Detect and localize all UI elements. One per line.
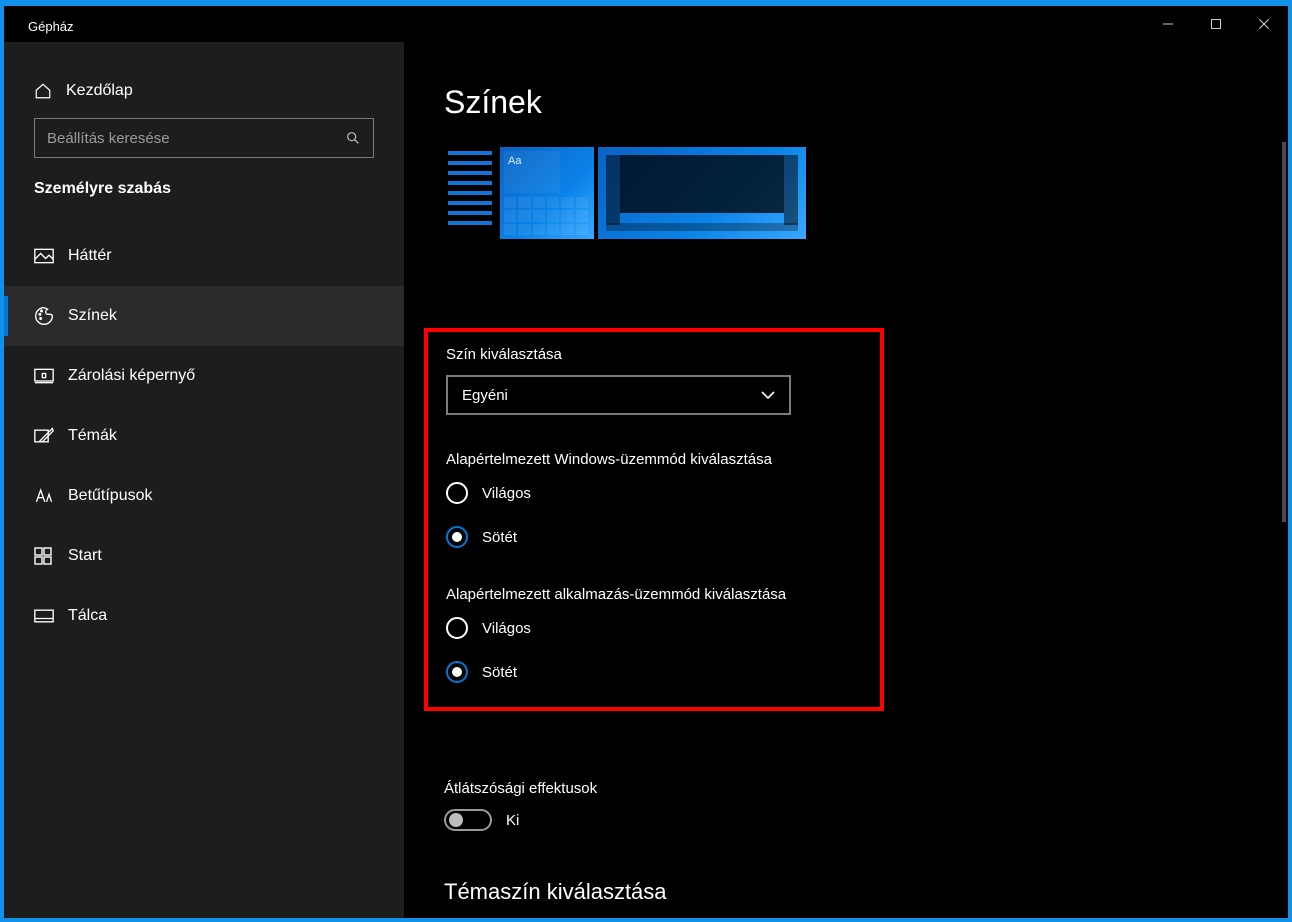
scrollbar[interactable]: [1282, 142, 1286, 522]
windows-mode-dark-radio[interactable]: Sötét: [446, 526, 862, 548]
color-select-dropdown[interactable]: Egyéni: [446, 375, 791, 415]
picture-icon: [34, 248, 68, 264]
preview-list-tile: [444, 147, 496, 239]
radio-label: Sötét: [482, 529, 517, 546]
toggle-value-label: Ki: [506, 812, 519, 829]
app-mode-label: Alapértelmezett alkalmazás-üzemmód kivál…: [446, 586, 862, 603]
maximize-icon: [1211, 19, 1221, 29]
sidebar-item-fonts[interactable]: Betűtípusok: [4, 466, 404, 526]
radio-icon: [446, 661, 468, 683]
sidebar-item-label: Betűtípusok: [68, 487, 153, 505]
home-button[interactable]: Kezdőlap: [4, 72, 404, 118]
sidebar-item-label: Start: [68, 547, 102, 565]
radio-icon: [446, 482, 468, 504]
accent-color-heading: Témaszín kiválasztása: [444, 879, 667, 905]
sidebar: Kezdőlap Személyre szabás Háttér: [4, 42, 404, 918]
category-label: Személyre szabás: [4, 180, 404, 226]
preview-window-tile: [598, 147, 806, 239]
transparency-toggle-row: Ki: [444, 809, 667, 831]
start-icon: [34, 547, 68, 565]
lock-screen-icon: [34, 368, 68, 384]
home-icon: [34, 82, 66, 100]
sidebar-item-label: Színek: [68, 307, 117, 325]
highlight-annotation: Szín kiválasztása Egyéni Alapértelmezett…: [424, 328, 884, 711]
preview-start-tile: Aa: [500, 147, 594, 239]
toggle-knob: [449, 813, 463, 827]
sidebar-nav: Háttér Színek Zárolási képernyő: [4, 226, 404, 646]
maximize-button[interactable]: [1192, 6, 1240, 42]
radio-icon: [446, 617, 468, 639]
page-title: Színek: [444, 84, 1288, 121]
search-box[interactable]: [34, 118, 374, 158]
sidebar-item-lock-screen[interactable]: Zárolási képernyő: [4, 346, 404, 406]
sidebar-item-start[interactable]: Start: [4, 526, 404, 586]
close-button[interactable]: [1240, 6, 1288, 42]
color-select-label: Szín kiválasztása: [446, 346, 862, 363]
palette-icon: [34, 306, 68, 326]
sidebar-item-background[interactable]: Háttér: [4, 226, 404, 286]
radio-label: Világos: [482, 620, 531, 637]
search-wrap: [4, 118, 404, 180]
sidebar-item-taskbar[interactable]: Tálca: [4, 586, 404, 646]
titlebar: Gépház: [4, 6, 1288, 42]
radio-label: Világos: [482, 485, 531, 502]
sidebar-item-label: Témák: [68, 427, 117, 445]
sidebar-item-themes[interactable]: Témák: [4, 406, 404, 466]
transparency-label: Átlátszósági effektusok: [444, 780, 667, 797]
main-panel: Színek Aa Szín kiválasztása: [404, 42, 1288, 918]
radio-label: Sötét: [482, 664, 517, 681]
app-mode-dark-radio[interactable]: Sötét: [446, 661, 862, 683]
transparency-toggle[interactable]: [444, 809, 492, 831]
taskbar-icon: [34, 609, 68, 623]
sidebar-item-label: Zárolási képernyő: [68, 367, 195, 385]
close-icon: [1259, 19, 1269, 29]
sidebar-item-label: Háttér: [68, 247, 112, 265]
fonts-icon: [34, 487, 68, 505]
minimize-icon: [1163, 19, 1173, 29]
below-highlight-section: Átlátszósági effektusok Ki Témaszín kivá…: [444, 780, 667, 918]
themes-icon: [34, 427, 68, 445]
search-icon: [345, 130, 361, 146]
preview-sample-text: Aa: [504, 151, 560, 193]
settings-window: Gépház Kezdőlap: [4, 6, 1288, 918]
search-input[interactable]: [47, 130, 345, 147]
radio-icon: [446, 526, 468, 548]
app-mode-light-radio[interactable]: Világos: [446, 617, 862, 639]
preview-row: Aa: [444, 147, 1288, 239]
minimize-button[interactable]: [1144, 6, 1192, 42]
dropdown-value: Egyéni: [462, 387, 508, 404]
windows-mode-label: Alapértelmezett Windows-üzemmód kiválasz…: [446, 451, 862, 468]
home-label: Kezdőlap: [66, 82, 133, 100]
content-area: Kezdőlap Személyre szabás Háttér: [4, 42, 1288, 918]
chevron-down-icon: [761, 391, 775, 399]
window-title: Gépház: [28, 15, 74, 34]
sidebar-item-label: Tálca: [68, 607, 107, 625]
window-controls: [1144, 6, 1288, 42]
sidebar-item-colors[interactable]: Színek: [4, 286, 404, 346]
windows-mode-light-radio[interactable]: Világos: [446, 482, 862, 504]
